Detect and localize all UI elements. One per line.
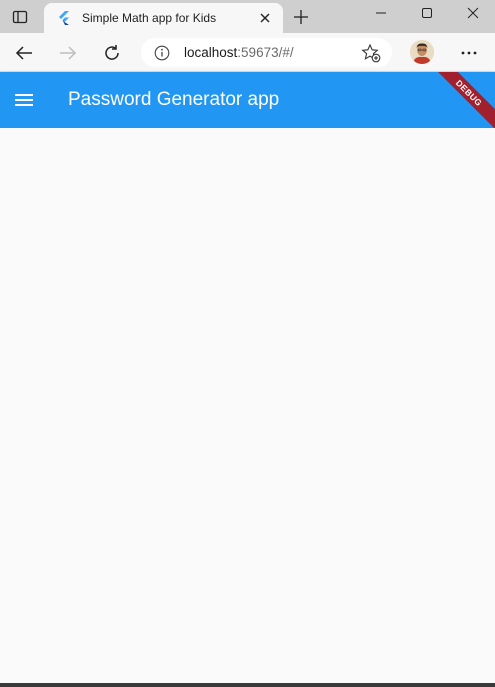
url-text[interactable]: localhost:59673/#/ [184, 45, 294, 60]
hamburger-menu-icon[interactable] [10, 86, 38, 114]
flutter-logo-icon [56, 10, 72, 26]
maximize-icon[interactable] [407, 2, 447, 24]
tab-actions-icon[interactable] [6, 5, 34, 29]
debug-banner: DEBUG [427, 72, 495, 128]
arrow-right-icon[interactable] [54, 39, 82, 67]
page-title: Password Generator app [68, 89, 280, 110]
browser-window: Simple Math app for Kids localhost:59673… [0, 0, 495, 687]
window-bottom-border [0, 683, 495, 687]
browser-tab[interactable]: Simple Math app for Kids [44, 3, 283, 33]
plus-icon[interactable] [290, 6, 312, 28]
close-icon[interactable] [255, 8, 275, 28]
info-icon[interactable] [153, 44, 171, 62]
browser-toolbar: localhost:59673/#/ [0, 33, 495, 72]
url-host: localhost [184, 45, 238, 60]
tab-strip: Simple Math app for Kids [0, 0, 495, 33]
avatar[interactable] [410, 40, 434, 64]
close-window-icon[interactable] [453, 2, 493, 24]
more-horizontal-icon[interactable] [455, 39, 483, 67]
refresh-icon[interactable] [98, 39, 126, 67]
address-bar[interactable]: localhost:59673/#/ [141, 38, 392, 67]
url-path: :59673/#/ [237, 45, 294, 60]
tab-title: Simple Math app for Kids [82, 11, 217, 25]
minimize-icon[interactable] [361, 2, 401, 24]
app-bar: Password Generator app DEBUG [0, 72, 495, 128]
arrow-left-icon[interactable] [10, 39, 38, 67]
app-body [0, 128, 495, 683]
star-add-icon[interactable] [360, 42, 382, 64]
